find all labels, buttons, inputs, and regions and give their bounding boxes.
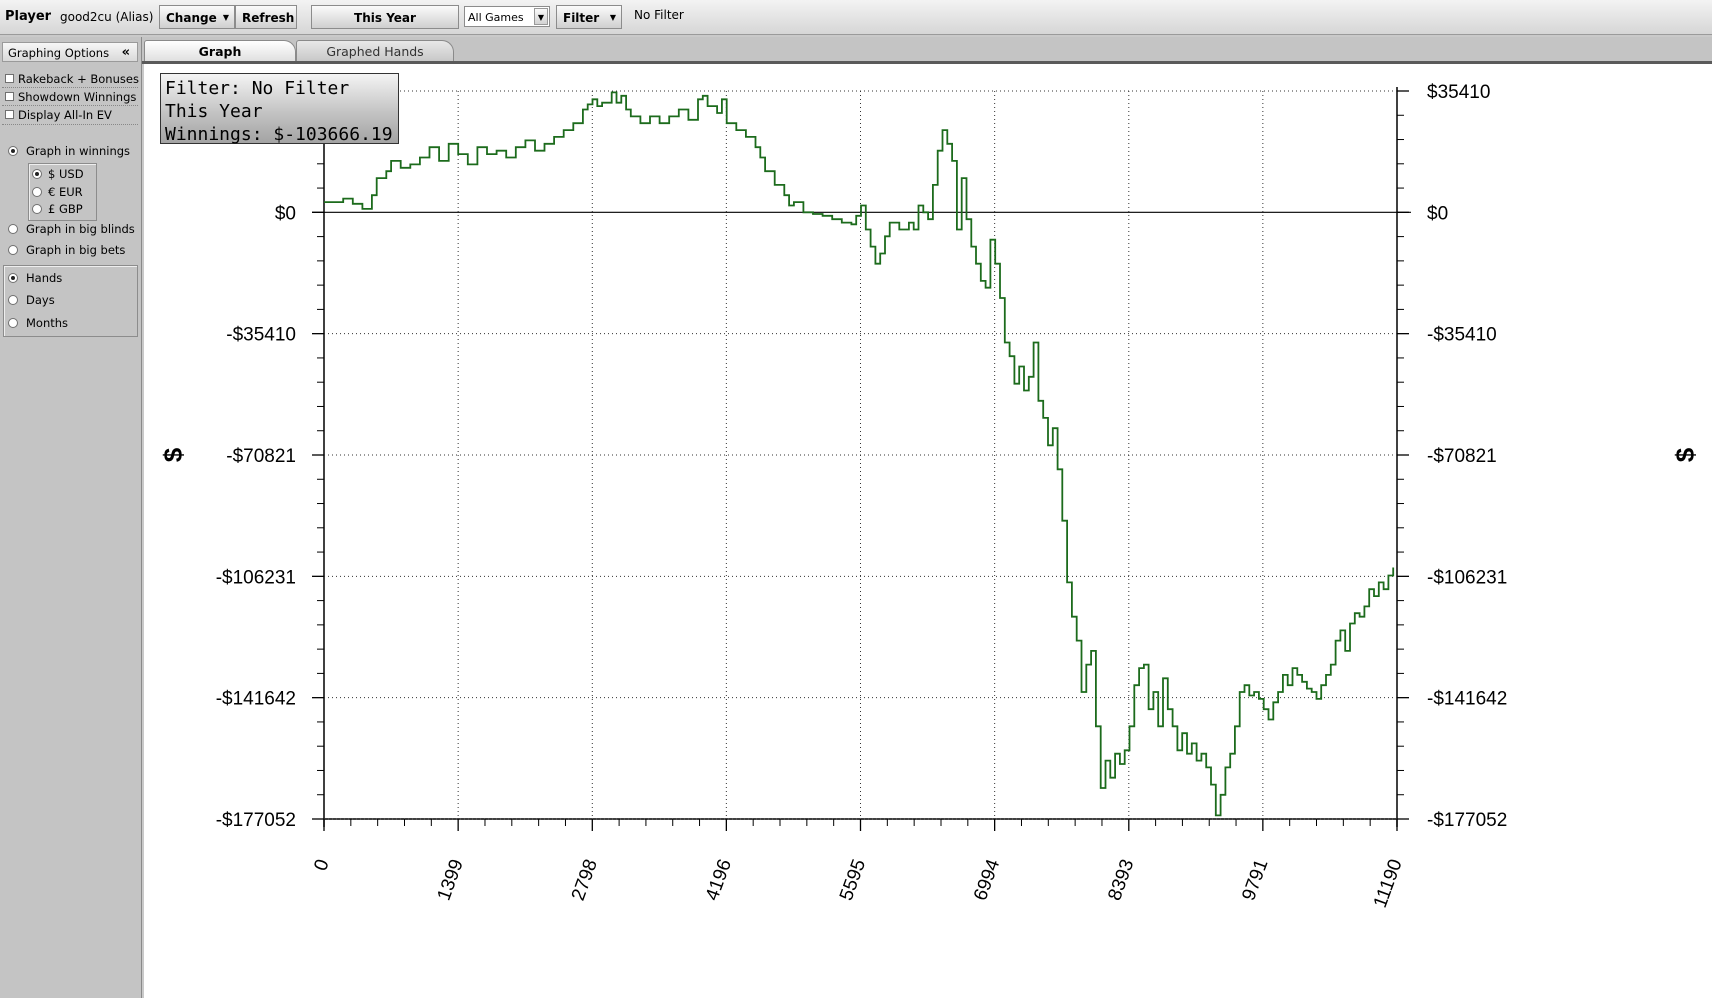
currency-gbp-row[interactable]: £ GBP [29, 200, 95, 218]
player-alias: good2cu (Alias) [60, 10, 154, 24]
filter-button[interactable]: Filter ▼ [556, 5, 622, 29]
showdown-label: Showdown Winnings [18, 90, 137, 104]
player-label: Player [5, 9, 52, 24]
currency-eur-label: € EUR [48, 185, 83, 199]
x-tick-label: 9791 [1238, 857, 1272, 904]
period-button[interactable]: This Year [311, 5, 459, 29]
rakeback-checkbox[interactable] [5, 74, 14, 83]
y-axis-title-left: $ [158, 447, 188, 462]
graph-bigblinds-label: Graph in big blinds [26, 222, 135, 236]
chevron-down-icon: ▼ [222, 13, 229, 22]
divider [2, 124, 138, 125]
unit-hands-radio[interactable] [8, 273, 18, 283]
y-tick-label-left: -$106231 [216, 567, 296, 588]
graph-winnings-label: Graph in winnings [26, 144, 131, 158]
winnings-series-line [324, 91, 1395, 817]
games-select-value: All Games [468, 11, 524, 24]
y-tick-label-right: -$141642 [1427, 689, 1507, 710]
x-tick-label: 0 [310, 857, 333, 874]
graph-bigblinds-radio-row[interactable]: Graph in big blinds [0, 220, 140, 238]
graph-winnings-radio[interactable] [8, 146, 18, 156]
unit-hands-row[interactable]: Hands [4, 269, 134, 287]
y-tick-label-right: -$106231 [1427, 567, 1507, 588]
allin-ev-checkbox-row[interactable]: Display All-In EV [0, 106, 140, 124]
y-axis-title-right: $ [1670, 447, 1700, 462]
x-tick-label: 11190 [1370, 857, 1407, 911]
currency-usd-label: $ USD [48, 167, 84, 181]
graph-winnings-radio-row[interactable]: Graph in winnings [0, 142, 140, 160]
tab-graph[interactable]: Graph [144, 40, 296, 61]
x-tick-label: 8393 [1104, 857, 1138, 904]
showdown-checkbox[interactable] [5, 92, 14, 101]
unit-days-label: Days [26, 293, 55, 307]
graph-bigbets-radio-row[interactable]: Graph in big bets [0, 241, 140, 259]
tab-bar: Graph Graphed Hands [142, 37, 1712, 64]
y-tick-label-right: -$177052 [1427, 810, 1507, 831]
change-button-label: Change [166, 11, 217, 25]
games-select[interactable]: All Games ▼ [464, 6, 550, 27]
y-tick-label-right: -$35410 [1427, 325, 1497, 346]
unit-months-row[interactable]: Months [4, 314, 134, 332]
winnings-chart: $35410$35410$0$0-$35410-$35410-$70821-$7… [158, 82, 1700, 911]
x-unit-group: Hands Days Months [3, 265, 138, 337]
chevron-down-icon: ▼ [609, 13, 616, 22]
tab-graphed-hands[interactable]: Graphed Hands [296, 40, 454, 61]
chevron-down-icon[interactable]: ▼ [534, 8, 548, 25]
refresh-button[interactable]: Refresh [235, 5, 297, 29]
info-period-line: This Year [165, 101, 263, 122]
unit-days-row[interactable]: Days [4, 291, 134, 309]
graph-bigbets-label: Graph in big bets [26, 243, 126, 257]
y-tick-label-left: -$177052 [216, 810, 296, 831]
rakeback-label: Rakeback + Bonuses [18, 72, 139, 86]
unit-months-radio[interactable] [8, 318, 18, 328]
unit-hands-label: Hands [26, 271, 63, 285]
info-winnings-line: Winnings: $-103666.19 [165, 124, 393, 145]
currency-gbp-radio[interactable] [32, 204, 42, 214]
currency-eur-radio[interactable] [32, 187, 42, 197]
currency-gbp-label: £ GBP [48, 202, 83, 216]
graphing-options-header: Graphing Options « [2, 42, 138, 62]
unit-months-label: Months [26, 316, 69, 330]
x-tick-label: 6994 [970, 856, 1004, 903]
currency-usd-row[interactable]: $ USD [29, 165, 95, 183]
showdown-checkbox-row[interactable]: Showdown Winnings [0, 88, 140, 106]
y-tick-label-left: -$141642 [216, 689, 296, 710]
collapse-icon[interactable]: « [122, 43, 130, 63]
y-tick-label-right: $35410 [1427, 82, 1490, 103]
currency-eur-row[interactable]: € EUR [29, 183, 95, 201]
x-tick-label: 2798 [568, 857, 602, 904]
allin-ev-label: Display All-In EV [18, 108, 112, 122]
y-tick-label-left: -$35410 [226, 325, 296, 346]
x-tick-label: 1399 [434, 857, 468, 904]
currency-group: $ USD € EUR £ GBP [28, 163, 97, 221]
graphing-options-title: Graphing Options [8, 46, 110, 60]
graphing-options-panel: Graphing Options « Rakeback + Bonuses Sh… [0, 37, 142, 998]
graph-bigbets-radio[interactable] [8, 245, 18, 255]
allin-ev-checkbox[interactable] [5, 110, 14, 119]
info-filter-line: Filter: No Filter [165, 78, 350, 99]
rakeback-checkbox-row[interactable]: Rakeback + Bonuses [0, 70, 140, 88]
filter-status: No Filter [634, 8, 684, 22]
y-tick-label-left: $0 [275, 203, 296, 224]
graph-bigblinds-radio[interactable] [8, 224, 18, 234]
filter-info-box: Filter: No Filter This Year Winnings: $-… [160, 73, 399, 145]
y-tick-label-right: -$70821 [1427, 446, 1497, 467]
unit-days-radio[interactable] [8, 295, 18, 305]
chart-area: $35410$35410$0$0-$35410-$35410-$70821-$7… [144, 64, 1712, 998]
filter-button-label: Filter [563, 11, 600, 25]
x-tick-label: 4196 [702, 857, 736, 904]
change-button[interactable]: Change ▼ [159, 5, 235, 29]
y-tick-label-right: $0 [1427, 203, 1448, 224]
top-toolbar: Player good2cu (Alias) Change ▼ Refresh … [0, 0, 1712, 35]
y-tick-label-left: -$70821 [226, 446, 296, 467]
currency-usd-radio[interactable] [32, 169, 42, 179]
x-tick-label: 5595 [836, 857, 870, 904]
